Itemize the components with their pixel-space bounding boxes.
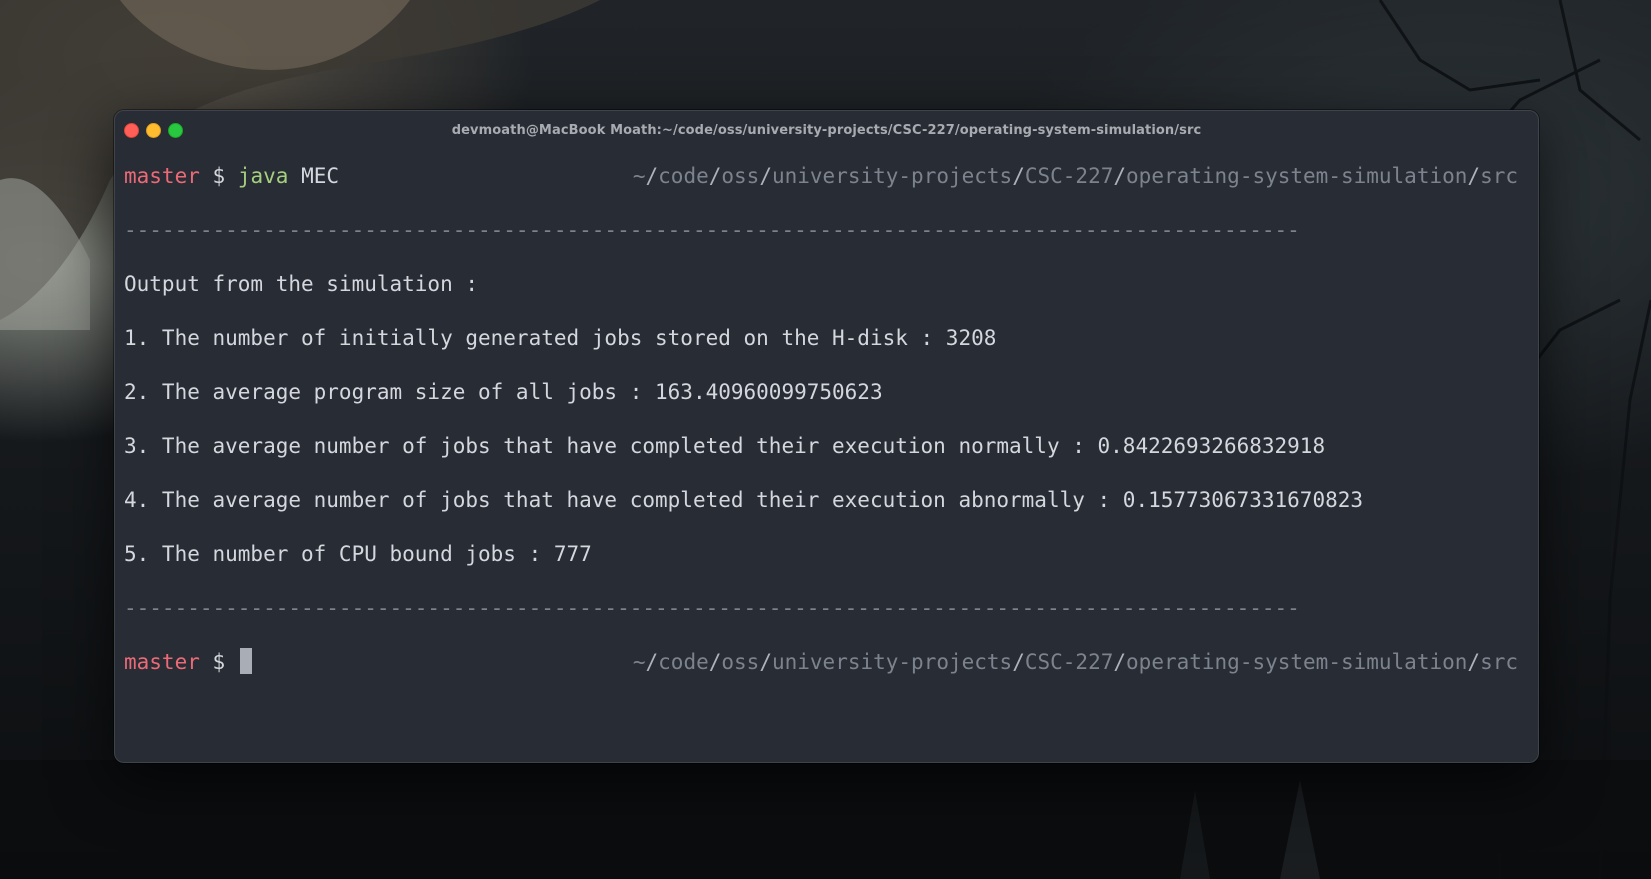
zoom-button[interactable] xyxy=(168,123,183,138)
output-line-2: 2. The average program size of all jobs … xyxy=(124,380,883,404)
divider-top: ----------------------------------------… xyxy=(124,218,1300,242)
title-bar[interactable]: devmoath@MacBook Moath:~/code/oss/univer… xyxy=(115,111,1538,149)
prompt-path: ~/code/oss/university-projects/CSC-227/o… xyxy=(632,164,1518,188)
prompt-line: master $ java MEC ~/code/oss/university-p… xyxy=(124,149,1518,203)
text-cursor[interactable] xyxy=(239,648,252,674)
window-controls xyxy=(124,123,183,138)
output-line-5: 5. The number of CPU bound jobs : 777 xyxy=(124,542,592,566)
divider-bottom: ----------------------------------------… xyxy=(124,596,1300,620)
prompt-path: ~/code/oss/university-projects/CSC-227/o… xyxy=(632,650,1518,674)
terminal-output[interactable]: master $ java MEC ~/code/oss/university-p… xyxy=(124,149,1518,689)
output-line-3: 3. The average number of jobs that have … xyxy=(124,434,1326,458)
output-line-1: 1. The number of initially generated job… xyxy=(124,326,997,350)
close-button[interactable] xyxy=(124,123,139,138)
git-branch: master xyxy=(124,650,200,674)
terminal-window[interactable]: devmoath@MacBook Moath:~/code/oss/univer… xyxy=(114,110,1539,763)
command-argument: MEC xyxy=(301,164,339,188)
window-title: devmoath@MacBook Moath:~/code/oss/univer… xyxy=(451,122,1202,138)
git-branch: master xyxy=(124,164,200,188)
command-program: java xyxy=(237,164,289,188)
output-line-4: 4. The average number of jobs that have … xyxy=(124,488,1364,512)
prompt-sign: $ xyxy=(212,164,226,188)
prompt-sign: $ xyxy=(212,650,226,674)
output-heading: Output from the simulation : xyxy=(124,272,479,296)
active-prompt-line[interactable]: master $ ~/code/oss/university-projects/… xyxy=(124,635,1518,689)
minimize-button[interactable] xyxy=(146,123,161,138)
